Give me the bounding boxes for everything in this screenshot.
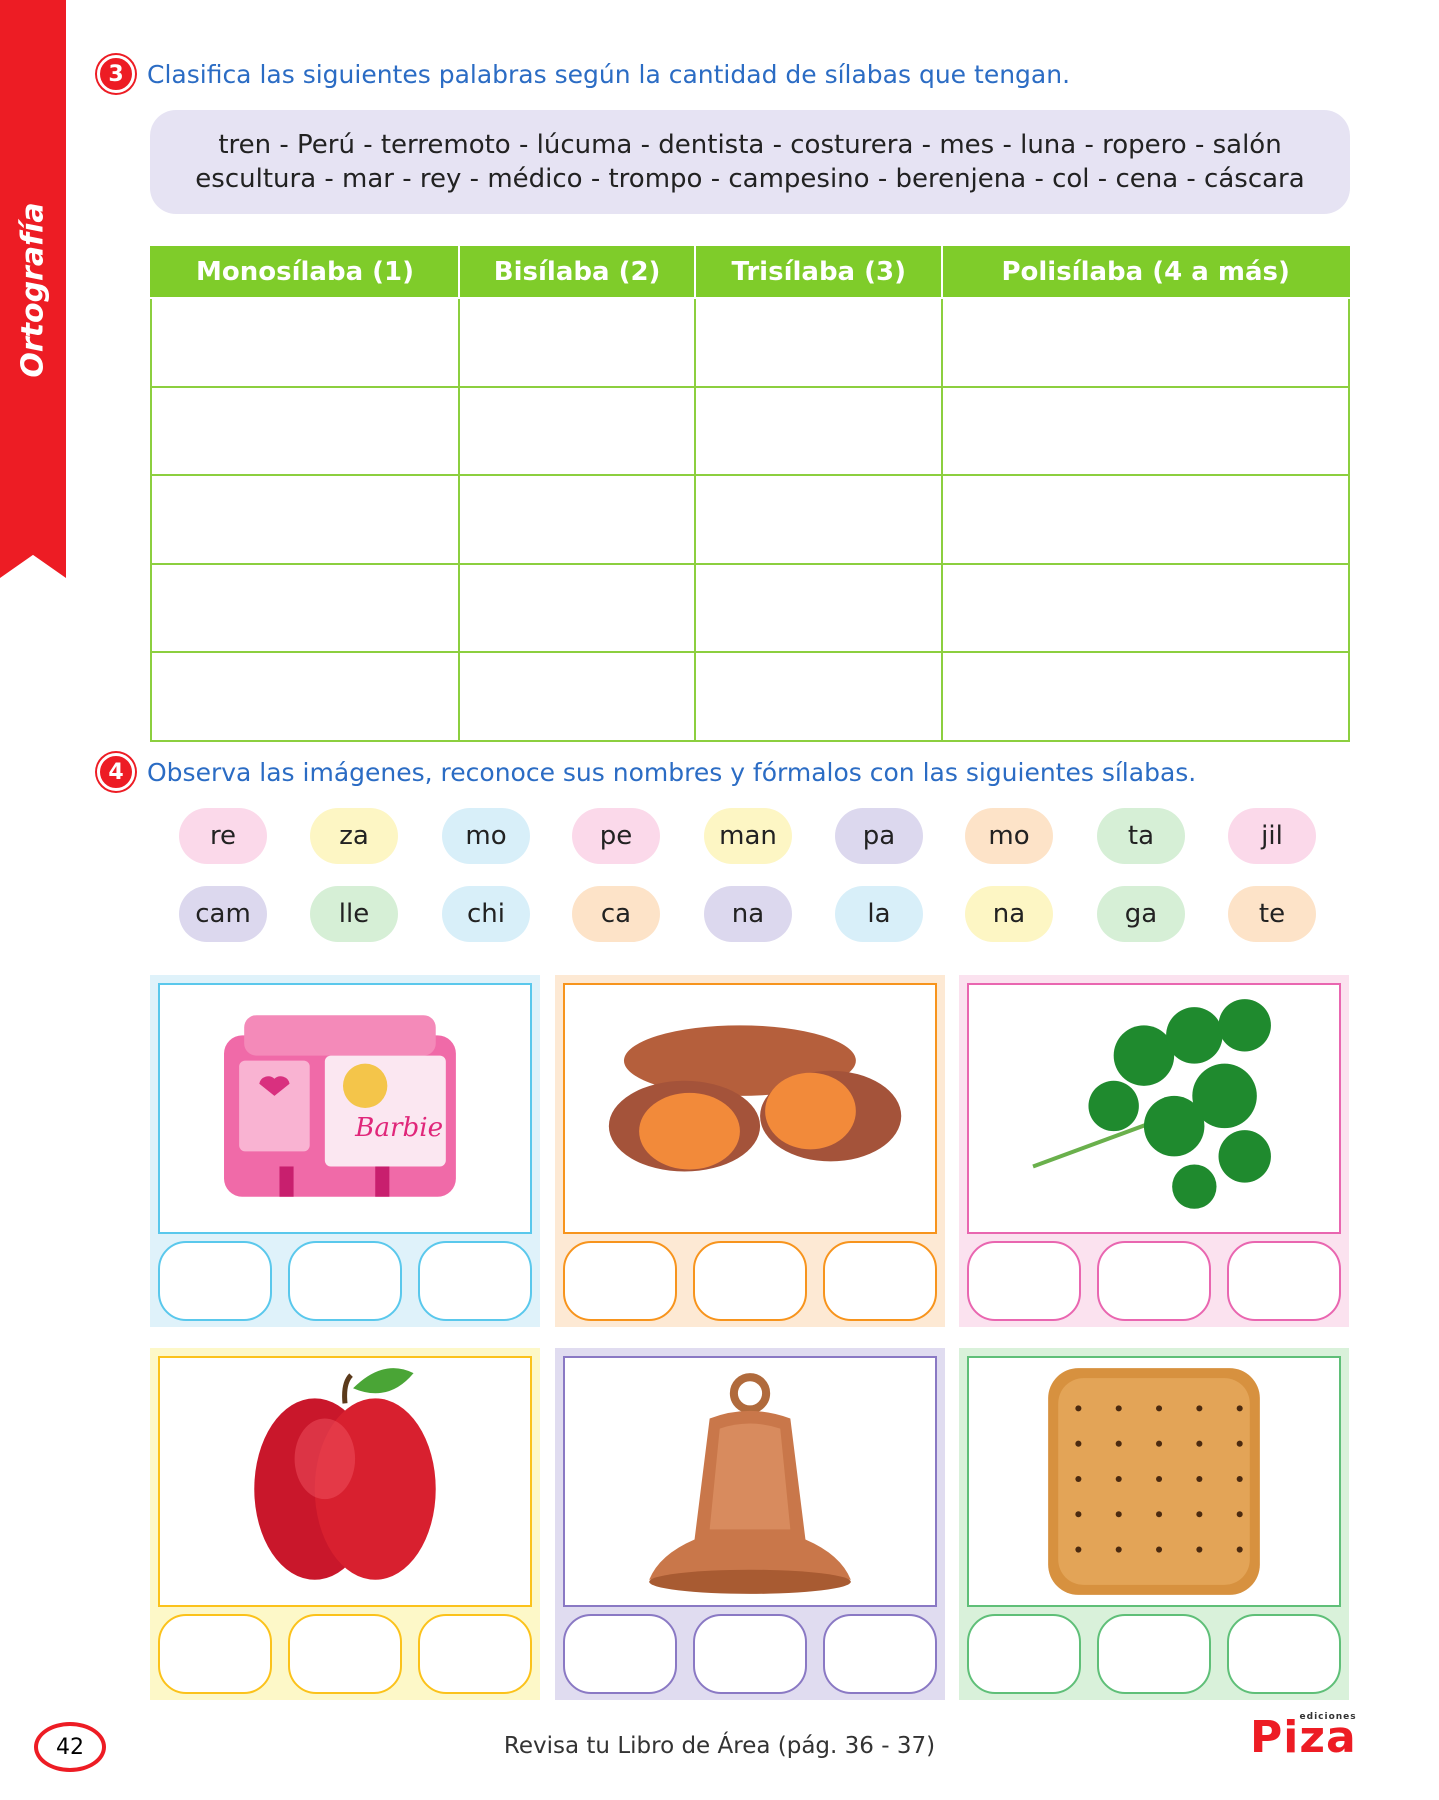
syllable-answer-box[interactable] (693, 1241, 807, 1321)
syllable-answer-box[interactable] (418, 1614, 532, 1694)
syllable-chip: la (835, 886, 923, 942)
sweet-potato-image (563, 983, 937, 1234)
answer-cell[interactable] (694, 297, 944, 388)
section-label: Ortografía (15, 202, 51, 378)
answer-cell[interactable] (149, 562, 461, 654)
syllable-answer-box[interactable] (967, 1614, 1081, 1694)
syllable-answer-box[interactable] (1097, 1614, 1211, 1694)
answer-cell[interactable] (149, 474, 461, 565)
syllable-chip: mo (965, 808, 1053, 864)
word-bank-line: tren - Perú - terremoto - lúcuma - denti… (218, 130, 1282, 160)
syllable-chip: za (310, 808, 398, 864)
table-row (149, 651, 1350, 742)
picture-card (555, 1348, 945, 1700)
syllable-chip: man (704, 808, 792, 864)
footer-note: Revisa tu Libro de Área (pág. 36 - 37) (503, 1733, 936, 1759)
answer-cell[interactable] (458, 297, 697, 388)
picture-card: Barbie (150, 975, 540, 1327)
table-header: Monosílaba (1) (149, 246, 461, 299)
syllable-chip: te (1228, 886, 1316, 942)
picture-card (150, 1348, 540, 1700)
syllable-table: Monosílaba (1) Bisílaba (2) Trisílaba (3… (149, 246, 1350, 742)
syllable-chip: ta (1097, 808, 1185, 864)
cracker-image (967, 1356, 1341, 1607)
section-ribbon: Ortografía (0, 0, 66, 578)
picture-card (959, 975, 1349, 1327)
answer-cell[interactable] (694, 474, 944, 565)
answer-cell[interactable] (458, 562, 697, 654)
syllable-answer-box[interactable] (693, 1614, 807, 1694)
syllable-answer-box[interactable] (1097, 1241, 1211, 1321)
picture-card (959, 1348, 1349, 1700)
table-row (149, 474, 1350, 565)
svg-text:Barbie: Barbie (354, 1113, 443, 1143)
bell-image (563, 1356, 937, 1607)
syllable-answer-box[interactable] (418, 1241, 532, 1321)
answer-cell[interactable] (941, 297, 1350, 388)
apple-image (158, 1356, 532, 1607)
syllable-answer-box[interactable] (288, 1241, 402, 1321)
answer-cell[interactable] (941, 474, 1350, 565)
syllable-chip: cam (179, 886, 267, 942)
syllable-answer-box[interactable] (563, 1241, 677, 1321)
syllable-answer-box[interactable] (1227, 1614, 1341, 1694)
table-header: Trisílaba (3) (694, 246, 944, 299)
question-text: Observa las imágenes, reconoce sus nombr… (147, 757, 1197, 787)
syllable-chip: chi (442, 886, 530, 942)
answer-cell[interactable] (149, 297, 461, 388)
answer-cell[interactable] (149, 385, 461, 477)
question-number: 4 (97, 753, 135, 791)
syllable-answer-box[interactable] (158, 1241, 272, 1321)
answer-cell[interactable] (941, 385, 1350, 477)
answer-cell[interactable] (149, 651, 461, 742)
syllable-chip: jil (1228, 808, 1316, 864)
syllable-answer-box[interactable] (823, 1614, 937, 1694)
syllable-answer-box[interactable] (158, 1614, 272, 1694)
word-bank: tren - Perú - terremoto - lúcuma - denti… (150, 110, 1350, 214)
answer-cell[interactable] (458, 385, 697, 477)
answer-cell[interactable] (458, 474, 697, 565)
syllable-chip: lle (310, 886, 398, 942)
question-text: Clasifica las siguientes palabras según … (147, 59, 1071, 89)
syllable-chip: na (704, 886, 792, 942)
syllable-answer-box[interactable] (563, 1614, 677, 1694)
syllable-chip: na (965, 886, 1053, 942)
answer-cell[interactable] (458, 651, 697, 742)
backpack-image: Barbie (158, 983, 532, 1234)
publisher-logo: ediciones Piza (1250, 1712, 1357, 1763)
picture-card (555, 975, 945, 1327)
table-row (149, 562, 1350, 654)
table-row (149, 385, 1350, 477)
answer-cell[interactable] (694, 385, 944, 477)
answer-cell[interactable] (694, 651, 944, 742)
syllable-answer-box[interactable] (967, 1241, 1081, 1321)
question-3: 3 Clasifica las siguientes palabras segú… (97, 55, 1070, 93)
answer-cell[interactable] (941, 651, 1350, 742)
table-header: Bisílaba (2) (458, 246, 697, 299)
word-bank-line: escultura - mar - rey - médico - trompo … (195, 164, 1305, 194)
question-number: 3 (97, 55, 135, 93)
logo-subtitle: ediciones (1299, 1712, 1357, 1722)
syllable-chip: ga (1097, 886, 1185, 942)
question-4: 4 Observa las imágenes, reconoce sus nom… (97, 753, 1196, 791)
syllable-chip: pa (835, 808, 923, 864)
answer-cell[interactable] (694, 562, 944, 654)
answer-cell[interactable] (941, 562, 1350, 654)
syllable-answer-box[interactable] (1227, 1241, 1341, 1321)
cilantro-image (967, 983, 1341, 1234)
syllable-answer-box[interactable] (823, 1241, 937, 1321)
syllable-chip: mo (442, 808, 530, 864)
syllable-answer-box[interactable] (288, 1614, 402, 1694)
syllable-chip: re (179, 808, 267, 864)
table-row (149, 297, 1350, 388)
syllable-chip: ca (572, 886, 660, 942)
syllable-chip: pe (572, 808, 660, 864)
table-header: Polisílaba (4 a más) (941, 246, 1350, 299)
